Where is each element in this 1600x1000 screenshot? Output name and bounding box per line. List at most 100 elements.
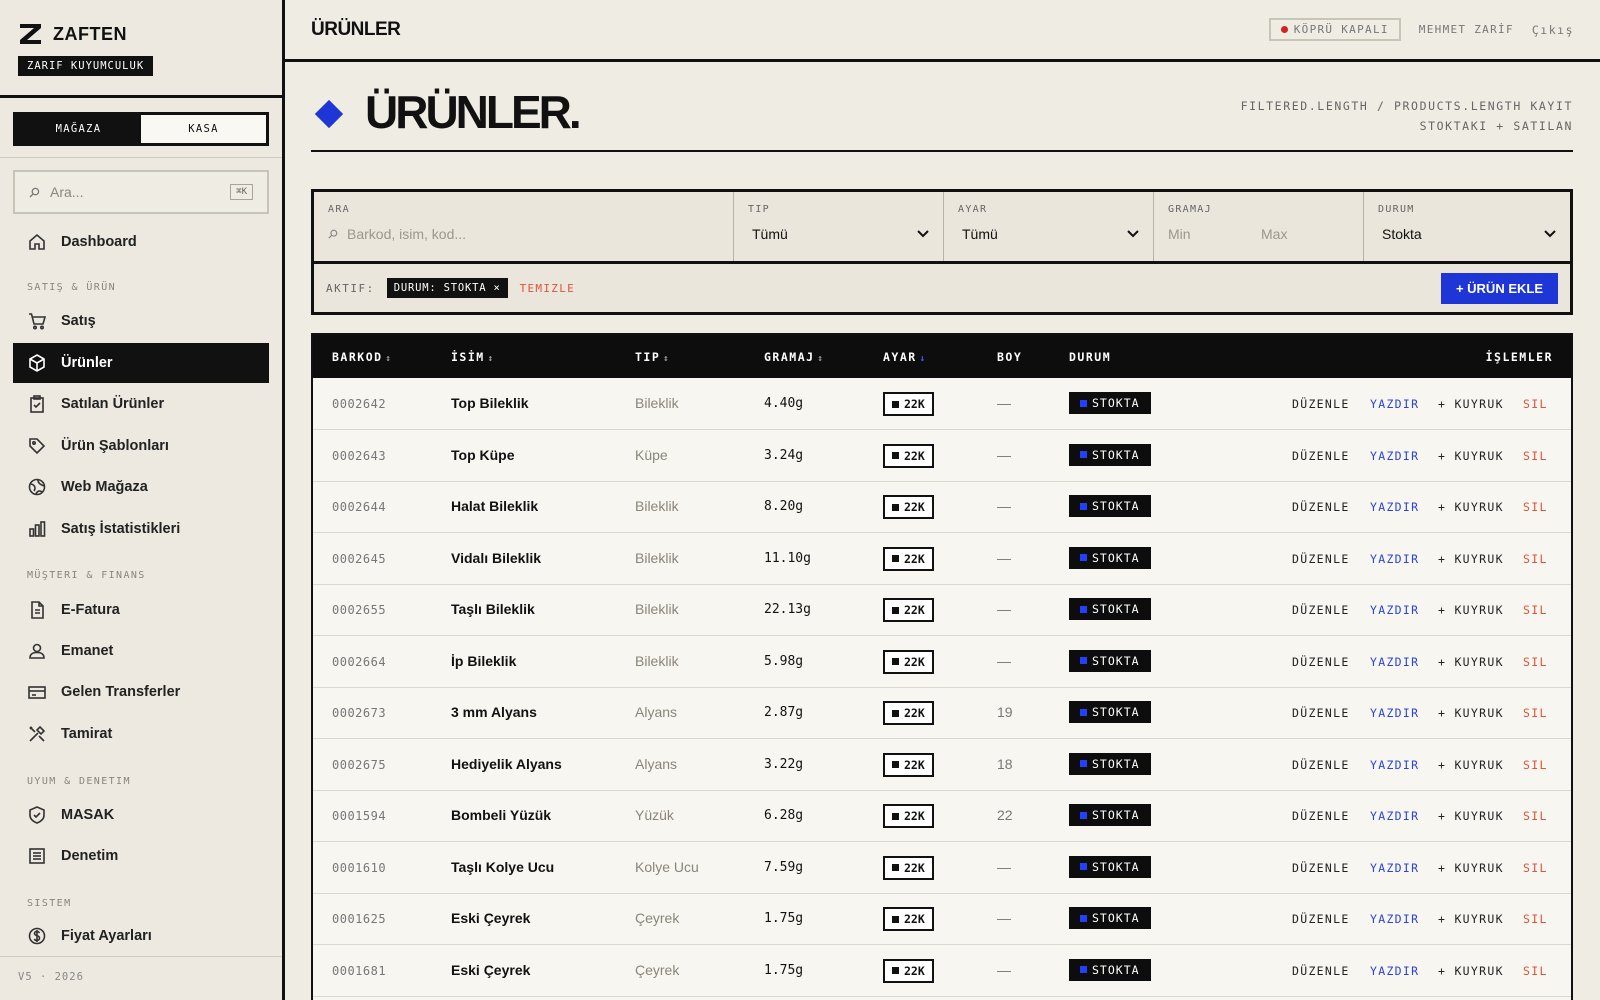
add-to-queue-button[interactable]: + KUYRUK (1438, 809, 1504, 823)
table-row[interactable]: 0001625 Eski Çeyrek Çeyrek 1.75g 22K — STOKTA D… (313, 893, 1571, 945)
edit-button[interactable]: DÜZENLE (1292, 809, 1350, 823)
delete-button[interactable]: SIL (1523, 552, 1548, 566)
delete-button[interactable]: SIL (1523, 964, 1548, 978)
edit-button[interactable]: DÜZENLE (1292, 758, 1350, 772)
weight-max-input[interactable]: Max (1261, 226, 1287, 242)
table-row[interactable]: 0001681 Eski Çeyrek Çeyrek 1.75g 22K — STOKTA D… (313, 945, 1571, 997)
print-button[interactable]: YAZDIR (1370, 603, 1419, 617)
column-header-barcode[interactable]: BARKOD ↕ (332, 350, 392, 364)
print-button[interactable]: YAZDIR (1370, 809, 1419, 823)
brand-name[interactable]: ZAFTEN (53, 24, 127, 45)
delete-button[interactable]: SIL (1523, 500, 1548, 514)
add-product-button[interactable]: + ÜRÜN EKLE (1440, 272, 1558, 304)
nav-repair[interactable]: Tamirat (13, 714, 269, 754)
nav-audit[interactable]: Denetim (13, 836, 269, 876)
edit-button[interactable]: DÜZENLE (1292, 397, 1350, 411)
edit-button[interactable]: DÜZENLE (1292, 552, 1350, 566)
nav-products[interactable]: Ürünler (13, 343, 269, 383)
active-filter-chip[interactable]: DURUM: STOKTA × (386, 278, 508, 298)
add-to-queue-button[interactable]: + KUYRUK (1438, 655, 1504, 669)
weight-min-input[interactable]: Min (1168, 226, 1261, 242)
nav-transfers[interactable]: Gelen Transferler (13, 672, 269, 712)
table-row[interactable]: 0001610 Taşlı Kolye Ucu Kolye Ucu 7.59g 22K —… (313, 842, 1571, 894)
delete-button[interactable]: SIL (1523, 758, 1548, 772)
status-filter[interactable]: DURUM Stokta (1364, 192, 1570, 261)
nav-einvoice[interactable]: E-Fatura (13, 590, 269, 630)
add-to-queue-button[interactable]: + KUYRUK (1438, 397, 1504, 411)
nav-sales-stats[interactable]: Satış İstatistikleri (13, 509, 269, 549)
table-row[interactable]: 0002675 Hediyelik Alyans Alyans 3.22g 22K 18 S… (313, 739, 1571, 791)
type-filter[interactable]: TIP Tümü (734, 192, 944, 261)
table-row[interactable]: 0002664 İp Bileklik Bileklik 5.98g 22K — STOKT… (313, 636, 1571, 688)
table-row[interactable]: 0001594 Bombeli Yüzük Yüzük 6.28g 22K 22 STOKT… (313, 790, 1571, 842)
delete-button[interactable]: SIL (1523, 449, 1548, 463)
add-to-queue-button[interactable]: + KUYRUK (1438, 449, 1504, 463)
mode-store-tab[interactable]: MAĞAZA (16, 115, 141, 143)
column-header-name[interactable]: İSİM ↕ (451, 350, 495, 364)
sort-desc-icon: ↓ (919, 354, 927, 364)
add-to-queue-button[interactable]: + KUYRUK (1438, 758, 1504, 772)
delete-button[interactable]: SIL (1523, 655, 1548, 669)
nav-sold-products[interactable]: Satılan Ürünler (13, 384, 269, 424)
print-button[interactable]: YAZDIR (1370, 655, 1419, 669)
edit-button[interactable]: DÜZENLE (1292, 655, 1350, 669)
print-button[interactable]: YAZDIR (1370, 964, 1419, 978)
add-to-queue-button[interactable]: + KUYRUK (1438, 964, 1504, 978)
table-row[interactable]: 0002645 Vidalı Bileklik Bileklik 11.10g 22K —… (313, 533, 1571, 585)
delete-button[interactable]: SIL (1523, 861, 1548, 875)
edit-button[interactable]: DÜZENLE (1292, 861, 1350, 875)
edit-button[interactable]: DÜZENLE (1292, 603, 1350, 617)
logout-link[interactable]: Çıkış (1532, 23, 1574, 37)
karat-filter[interactable]: AYAR Tümü (944, 192, 1154, 261)
clear-filters-button[interactable]: TEMIZLE (520, 282, 575, 295)
nav-masak[interactable]: MASAK (13, 795, 269, 835)
status-select-value[interactable]: Stokta (1382, 226, 1422, 242)
delete-button[interactable]: SIL (1523, 603, 1548, 617)
table-row[interactable]: 0002655 Taşlı Bileklik Bileklik 22.13g 22K — S… (313, 584, 1571, 636)
delete-button[interactable]: SIL (1523, 706, 1548, 720)
table-row[interactable]: 0002643 Top Küpe Küpe 3.24g 22K — STOKTA DÜZENL… (313, 430, 1571, 482)
add-to-queue-button[interactable]: + KUYRUK (1438, 706, 1504, 720)
print-button[interactable]: YAZDIR (1370, 449, 1419, 463)
add-to-queue-button[interactable]: + KUYRUK (1438, 912, 1504, 926)
nav-price-settings[interactable]: Fiyat Ayarları (13, 916, 269, 956)
edit-button[interactable]: DÜZENLE (1292, 449, 1350, 463)
edit-button[interactable]: DÜZENLE (1292, 912, 1350, 926)
print-button[interactable]: YAZDIR (1370, 397, 1419, 411)
edit-button[interactable]: DÜZENLE (1292, 706, 1350, 720)
nav-sales[interactable]: Satış (13, 301, 269, 341)
add-to-queue-button[interactable]: + KUYRUK (1438, 552, 1504, 566)
sidebar-search[interactable]: Ara... ⌘K (13, 170, 269, 214)
type-select-value[interactable]: Tümü (752, 226, 788, 242)
add-to-queue-button[interactable]: + KUYRUK (1438, 603, 1504, 617)
column-header-type[interactable]: TIP ↕ (635, 350, 670, 364)
add-to-queue-button[interactable]: + KUYRUK (1438, 500, 1504, 514)
nav-dashboard[interactable]: Dashboard (13, 222, 269, 262)
search-input[interactable]: Barkod, isim, kod... (347, 226, 466, 242)
mode-register-tab[interactable]: KASA (141, 115, 266, 143)
table-row[interactable]: 0002673 3 mm Alyans Alyans 2.87g 22K 19 STOKTA… (313, 687, 1571, 739)
edit-button[interactable]: DÜZENLE (1292, 500, 1350, 514)
print-button[interactable]: YAZDIR (1370, 758, 1419, 772)
print-button[interactable]: YAZDIR (1370, 912, 1419, 926)
search-filter[interactable]: ARA Barkod, isim, kod... (314, 192, 734, 261)
column-header-karat[interactable]: AYAR ↓ (883, 350, 927, 364)
print-button[interactable]: YAZDIR (1370, 706, 1419, 720)
nav-templates[interactable]: Ürün Şablonları (13, 426, 269, 466)
table-row[interactable]: 0002642 Top Bileklik Bileklik 4.40g 22K — STOK… (313, 378, 1571, 430)
delete-button[interactable]: SIL (1523, 397, 1548, 411)
print-button[interactable]: YAZDIR (1370, 552, 1419, 566)
edit-button[interactable]: DÜZENLE (1292, 964, 1350, 978)
karat-badge-text: 22K (904, 603, 925, 617)
nav-web-store[interactable]: Web Mağaza (13, 467, 269, 507)
add-to-queue-button[interactable]: + KUYRUK (1438, 861, 1504, 875)
nav-consignment[interactable]: Emanet (13, 631, 269, 671)
delete-button[interactable]: SIL (1523, 912, 1548, 926)
karat-select-value[interactable]: Tümü (962, 226, 998, 242)
table-row[interactable]: 0002644 Halat Bileklik Bileklik 8.20g 22K — ST… (313, 481, 1571, 533)
print-button[interactable]: YAZDIR (1370, 861, 1419, 875)
delete-button[interactable]: SIL (1523, 809, 1548, 823)
print-button[interactable]: YAZDIR (1370, 500, 1419, 514)
bridge-status-badge[interactable]: KÖPRÜ KAPALI (1268, 18, 1401, 41)
column-header-weight[interactable]: GRAMAJ ↕ (764, 350, 824, 364)
